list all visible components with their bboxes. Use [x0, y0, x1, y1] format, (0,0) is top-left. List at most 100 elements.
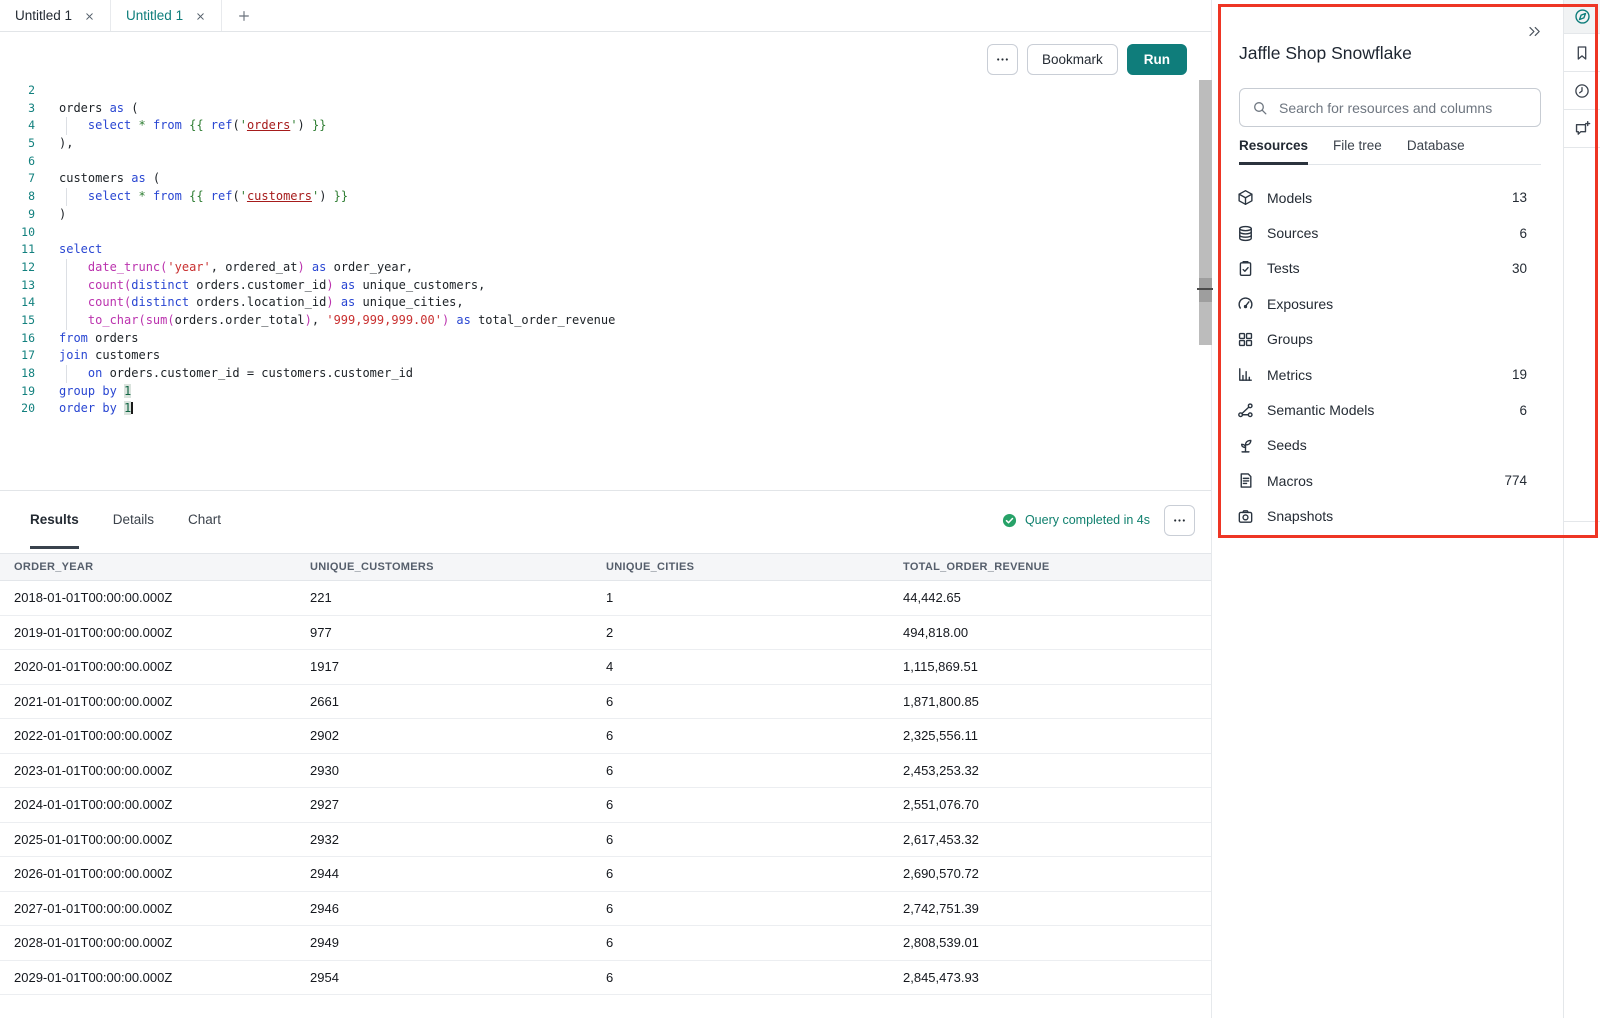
resource-item-metrics[interactable]: Metrics 19 [1213, 357, 1563, 392]
resource-item-groups[interactable]: Groups [1213, 322, 1563, 357]
cell-total-order-revenue: 494,818.00 [903, 625, 1211, 640]
database-icon [1237, 225, 1254, 242]
resource-label: Models [1267, 190, 1312, 206]
code-line-9: 9) [0, 206, 1195, 224]
resource-label: Snapshots [1267, 508, 1333, 524]
resource-item-exposures[interactable]: Exposures [1213, 286, 1563, 321]
column-header: UNIQUE_CUSTOMERS [310, 561, 606, 573]
code-line-7: 7customers as ( [0, 170, 1195, 188]
code-line-15: 15 to_char(sum(orders.order_total), '999… [0, 312, 1195, 330]
resource-item-snapshots[interactable]: Snapshots [1213, 499, 1563, 534]
cell-unique-cities: 2 [606, 625, 903, 640]
more-options-button[interactable] [987, 44, 1018, 75]
file-text-icon [1237, 472, 1254, 489]
tab-file-tree[interactable]: File tree [1333, 138, 1382, 165]
resource-item-semantic-models[interactable]: Semantic Models 6 [1213, 392, 1563, 427]
bar-chart-icon [1237, 366, 1254, 383]
bookmark-button[interactable]: Bookmark [1027, 44, 1118, 75]
resource-count: 19 [1512, 367, 1527, 382]
resource-label: Sources [1267, 225, 1318, 241]
table-row: 2018-01-01T00:00:00.000Z 221 1 44,442.65 [0, 581, 1211, 616]
lineage-compass-button[interactable] [1564, 0, 1600, 34]
tab-untitled-1-active[interactable]: Untitled 1 [111, 0, 222, 31]
tab-results[interactable]: Results [30, 491, 79, 549]
column-header: ORDER_YEAR [14, 561, 310, 573]
code-line-17: 17join customers [0, 347, 1195, 365]
column-header: UNIQUE_CITIES [606, 561, 903, 573]
line-number: 10 [0, 224, 35, 242]
resource-item-macros[interactable]: Macros 774 [1213, 463, 1563, 498]
sidebar-tabbar: Resources File tree Database [1239, 138, 1541, 165]
search-input[interactable] [1277, 99, 1528, 117]
bookmarks-panel-button[interactable] [1564, 34, 1600, 72]
tab-database[interactable]: Database [1407, 138, 1465, 165]
search-icon [1252, 100, 1268, 116]
close-icon[interactable] [84, 11, 95, 22]
line-number: 4 [0, 117, 35, 135]
line-number: 6 [0, 153, 35, 171]
code-line-11: 11select [0, 241, 1195, 259]
close-icon[interactable] [195, 11, 206, 22]
resource-label: Exposures [1267, 296, 1333, 312]
tab-details[interactable]: Details [113, 491, 154, 549]
line-number: 18 [0, 365, 35, 383]
cell-total-order-revenue: 1,115,869.51 [903, 659, 1211, 674]
code-line-2: 2 [0, 82, 1195, 100]
line-number: 11 [0, 241, 35, 259]
line-number: 9 [0, 206, 35, 224]
resource-count: 30 [1512, 261, 1527, 276]
new-tab-button[interactable] [222, 0, 266, 31]
cell-order-year: 2027-01-01T00:00:00.000Z [14, 901, 310, 916]
code-line-12: 12 date_trunc('year', ordered_at) as ord… [0, 259, 1195, 277]
search-box[interactable] [1239, 88, 1541, 127]
tab-chart[interactable]: Chart [188, 491, 221, 549]
cell-order-year: 2025-01-01T00:00:00.000Z [14, 832, 310, 847]
panel-scrollbar[interactable] [1199, 80, 1212, 345]
table-row: 2028-01-01T00:00:00.000Z 2949 6 2,808,53… [0, 926, 1211, 961]
cell-unique-customers: 2946 [310, 901, 606, 916]
table-row: 2029-01-01T00:00:00.000Z 2954 6 2,845,47… [0, 961, 1211, 996]
cell-order-year: 2019-01-01T00:00:00.000Z [14, 625, 310, 640]
resource-count: 6 [1519, 226, 1527, 241]
feedback-chat-button[interactable] [1564, 110, 1600, 148]
table-row: 2024-01-01T00:00:00.000Z 2927 6 2,551,07… [0, 788, 1211, 823]
resource-item-tests[interactable]: Tests 30 [1213, 251, 1563, 286]
table-row: 2022-01-01T00:00:00.000Z 2902 6 2,325,55… [0, 719, 1211, 754]
tab-resources[interactable]: Resources [1239, 138, 1308, 165]
resource-item-models[interactable]: Models 13 [1213, 180, 1563, 215]
check-circle-icon [1002, 513, 1017, 528]
cell-unique-cities: 6 [606, 797, 903, 812]
cell-unique-cities: 6 [606, 694, 903, 709]
cell-unique-cities: 6 [606, 832, 903, 847]
resource-count: 13 [1512, 190, 1527, 205]
cell-unique-customers: 2927 [310, 797, 606, 812]
line-number: 5 [0, 135, 35, 153]
cell-unique-cities: 6 [606, 935, 903, 950]
line-number: 12 [0, 259, 35, 277]
tab-untitled-1[interactable]: Untitled 1 [0, 0, 111, 31]
resource-item-sources[interactable]: Sources 6 [1213, 215, 1563, 250]
resource-count: 774 [1504, 473, 1527, 488]
table-header: ORDER_YEAR UNIQUE_CUSTOMERS UNIQUE_CITIE… [0, 553, 1211, 581]
icon-strip-spacer [1564, 148, 1600, 522]
line-number: 14 [0, 294, 35, 312]
line-number: 15 [0, 312, 35, 330]
scrollbar-thumb[interactable] [1199, 278, 1212, 302]
run-button[interactable]: Run [1127, 44, 1187, 75]
results-more-button[interactable] [1164, 505, 1195, 536]
cell-unique-customers: 2930 [310, 763, 606, 778]
collapse-sidebar-button[interactable] [1527, 20, 1549, 42]
results-tabbar: Results Details Chart Query completed in… [0, 491, 1211, 549]
history-panel-button[interactable] [1564, 72, 1600, 110]
resource-item-seeds[interactable]: Seeds [1213, 428, 1563, 463]
resource-label: Macros [1267, 473, 1313, 489]
code-line-6: 6 [0, 153, 1195, 171]
line-number: 17 [0, 347, 35, 365]
code-line-3: 3orders as ( [0, 100, 1195, 118]
sql-editor[interactable]: 23orders as (4 select * from {{ ref('ord… [0, 82, 1195, 490]
cell-total-order-revenue: 2,808,539.01 [903, 935, 1211, 950]
cell-total-order-revenue: 1,871,800.85 [903, 694, 1211, 709]
gauge-icon [1237, 295, 1254, 312]
results-table: 2018-01-01T00:00:00.000Z 221 1 44,442.65… [0, 581, 1211, 1018]
code-line-8: 8 select * from {{ ref('customers') }} [0, 188, 1195, 206]
